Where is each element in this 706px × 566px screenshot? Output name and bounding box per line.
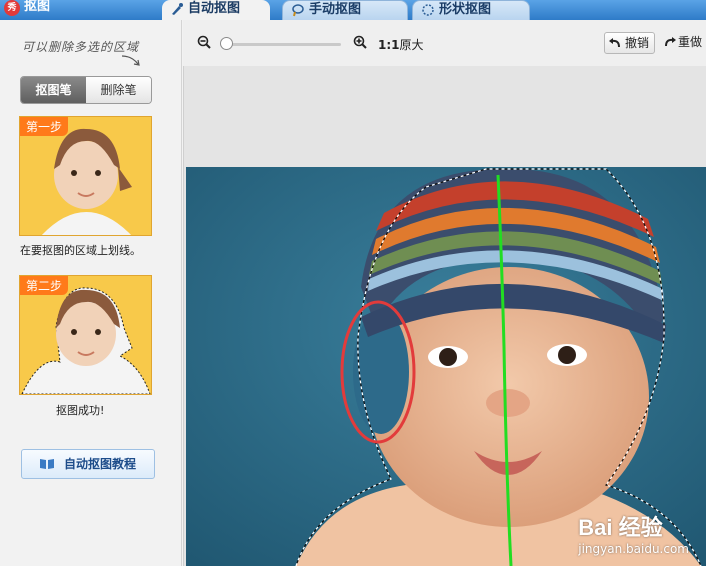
curved-arrow-icon — [121, 55, 140, 66]
toolbar: 1:1原大 撤销 重做 — [183, 20, 706, 66]
watermark-url: jingyan.baidu.com — [578, 542, 689, 556]
lasso-icon — [292, 4, 304, 17]
undo-icon — [609, 38, 620, 48]
tutorial-label: 自动抠图教程 — [64, 457, 137, 471]
zoom-out-icon[interactable] — [197, 35, 211, 49]
shape-icon — [422, 4, 434, 16]
tab-label: 手动抠图 — [309, 2, 362, 17]
step-badge: 第二步 — [20, 276, 69, 295]
redo-label: 重做 — [678, 35, 703, 49]
brush-icon — [172, 3, 183, 15]
step-one-caption: 在要抠图的区域上划线。 — [20, 244, 141, 257]
tab-label: 形状抠图 — [439, 2, 492, 17]
zoom-in-icon[interactable] — [353, 35, 367, 49]
eraser-pen-button[interactable]: 删除笔 — [86, 77, 151, 103]
zoom-slider-track[interactable] — [223, 43, 341, 46]
step-one-image: 第一步 — [19, 116, 152, 236]
step-two-caption: 抠图成功! — [56, 404, 105, 417]
watermark-brand: Bai 经验 — [578, 515, 663, 540]
photo-canvas[interactable]: Bai 经验 jingyan.baidu.com — [186, 167, 706, 566]
tutorial-button[interactable]: 自动抠图教程 — [21, 449, 155, 479]
pen-toggle: 抠图笔 删除笔 — [20, 76, 152, 104]
app-title: 抠图 — [24, 0, 51, 14]
book-icon — [40, 459, 54, 469]
redo-button[interactable]: 重做 — [661, 32, 702, 54]
tab-auto-cutout[interactable]: 自动抠图 — [162, 0, 270, 20]
ratio-value: 1:1 — [378, 38, 400, 52]
canvas-area: Bai 经验 jingyan.baidu.com — [183, 66, 706, 566]
sidebar: 可以删除多选的区域 抠图笔 删除笔 第一步 在要抠图的区域上划线。 第二步 抠图… — [0, 20, 182, 566]
step-two-image: 第二步 — [19, 275, 152, 395]
watermark: Bai 经验 jingyan.baidu.com — [578, 510, 689, 556]
hint-text: 可以删除多选的区域 — [22, 40, 140, 54]
zoom-slider-thumb[interactable] — [220, 37, 233, 50]
tab-manual-cutout[interactable]: 手动抠图 — [282, 0, 408, 20]
undo-label: 撤销 — [625, 36, 650, 50]
ratio-label: 原大 — [399, 38, 424, 52]
tab-label: 自动抠图 — [188, 1, 241, 16]
baby-photo — [186, 167, 706, 566]
undo-button[interactable]: 撤销 — [604, 32, 655, 54]
cutout-pen-button[interactable]: 抠图笔 — [21, 77, 86, 103]
actual-size-button[interactable]: 1:1原大 — [378, 36, 424, 53]
app-logo: 秀 — [4, 0, 20, 16]
redo-icon — [665, 37, 676, 47]
step-badge: 第一步 — [20, 117, 69, 136]
tab-shape-cutout[interactable]: 形状抠图 — [412, 0, 530, 20]
